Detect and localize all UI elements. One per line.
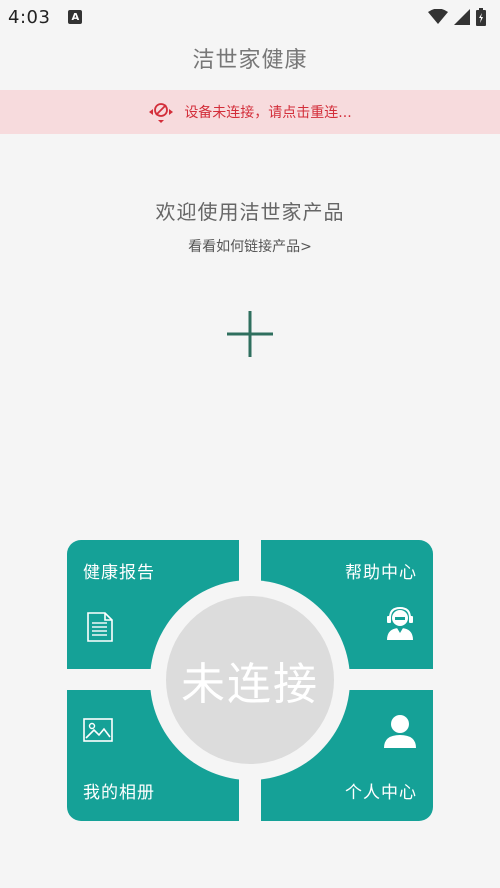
user-icon [383, 714, 417, 752]
banner-text: 设备未连接，请点击重连... [184, 105, 352, 121]
page-title: 洁世家健康 [192, 48, 308, 73]
status-left: 4:03 A [8, 6, 83, 28]
personal-center-label: 个人中心 [345, 783, 417, 803]
cellular-icon [454, 9, 470, 25]
reconnect-banner[interactable]: 设备未连接，请点击重连... [0, 90, 500, 134]
support-agent-icon [385, 606, 415, 644]
wifi-icon [428, 9, 448, 24]
my-album-label: 我的相册 [83, 783, 155, 803]
image-icon [83, 718, 113, 746]
status-bar: 4:03 A [0, 0, 500, 34]
health-report-label: 健康报告 [83, 563, 155, 583]
howto-link[interactable]: 看看如何链接产品> [0, 236, 500, 256]
document-icon [87, 612, 113, 646]
welcome-title: 欢迎使用洁世家产品 [155, 200, 345, 224]
disconnected-icon [149, 103, 174, 123]
status-right [428, 8, 486, 26]
plus-icon [227, 311, 273, 357]
help-center-label: 帮助中心 [345, 563, 417, 583]
a-badge-icon: A [68, 10, 83, 24]
battery-icon [476, 8, 486, 26]
connection-status-button[interactable]: 未连接 [166, 596, 334, 764]
add-device-button[interactable] [222, 306, 278, 362]
status-time: 4:03 [8, 6, 51, 28]
